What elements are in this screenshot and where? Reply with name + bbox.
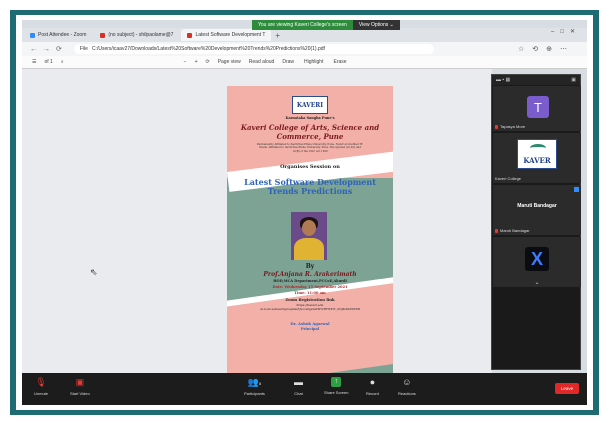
share-screen-label: Share Screen [324,390,349,395]
tab-gmail[interactable]: (no subject) - shilpaolame@7 [94,29,179,41]
participants-label: Participants [244,391,265,396]
window-controls[interactable]: –□✕ [551,28,581,35]
mic-muted-icon [495,124,498,129]
college-name: Kaveri College of Arts, Science and Comm… [240,123,380,141]
search-icon[interactable]: ⌕ [61,59,64,65]
nav-buttons[interactable]: ←→⟳ [30,45,68,53]
society-text: Karnataka Sangha Pune's [285,116,335,120]
pdf-favicon-icon [187,32,193,38]
video-tile[interactable]: X ⌄ [493,237,581,287]
reactions-icon: ☺ [402,377,412,387]
zoom-in-button[interactable]: + [195,59,198,65]
reactions-label: Reactions [398,391,416,396]
kaveri-logo: KAVER [517,139,557,169]
toc-icon[interactable]: ☰ [32,59,36,65]
zoom-toolbar: 🎙 Unmute ▣ Start Video 👥8 Participants ▬… [22,373,587,405]
tab-zoom[interactable]: Post Attendee - Zoom [24,29,92,41]
new-tab-button[interactable]: + [275,31,280,40]
speaker-dept: HOD,MCA Department,PCCoE,Akurdi [273,279,347,283]
mouse-cursor-icon: ⇖ [90,267,98,277]
video-tile[interactable]: KAVER Kaveri College [493,133,581,183]
participant-name: Tapasya More [500,124,526,129]
panel-close-icon[interactable]: ▣ [571,77,576,83]
zoom-favicon-icon [30,32,35,38]
chat-button[interactable]: ▬ Chat [294,377,303,396]
gmail-favicon-icon [100,32,106,38]
participant-panel: ▬ ▪ ▦ ▣ T Tapasya More KAVER Kaveri Coll… [491,74,581,370]
college-logo: KAVERI [292,96,328,114]
video-tile[interactable]: Maruti Bandagar Maruti Bandagar [493,185,581,235]
link-1: https://kaveri.edu [296,303,324,307]
event-date: Date: Wednesday 15 September 2021 [272,285,348,289]
more-options-icon[interactable] [574,187,579,192]
view-switch-icon[interactable]: ▬ ▪ ▦ [496,77,510,83]
page-view-button[interactable]: Page view [218,59,241,65]
participants-button[interactable]: 👥8 Participants [244,377,265,396]
file-label: File [79,46,88,52]
principal-name: Dr. Ashok Agarwal [290,321,330,326]
video-tile[interactable]: T Tapasya More [493,86,581,131]
participant-center-name: Maruti Bandagar [517,203,557,209]
chat-label: Chat [294,391,303,396]
speaker-name: Prof.Anjana R. Arakerimath [263,271,357,278]
mic-off-icon: 🎙 [35,377,47,387]
view-options-button[interactable]: View Options ⌄ [352,20,400,30]
record-button[interactable]: ● Record [366,377,379,396]
rotate-icon[interactable]: ⟳ [205,59,209,65]
read-aloud-button[interactable]: Read aloud [249,59,275,65]
zoom-out-button[interactable]: − [184,59,187,65]
session-title: Latest Software Development Trends Predi… [244,177,376,196]
chevron-down-icon[interactable]: ⌄ [493,279,581,286]
event-poster: KAVERI Karnataka Sangha Pune's Kaveri Co… [227,86,393,373]
erase-button[interactable]: Erase [333,59,346,65]
video-off-icon: ▣ [75,377,85,387]
browser-tools[interactable]: ☆⟲⊕⋯ [518,45,575,53]
principal-title: Principal [300,327,320,331]
tab-label: Post Attendee - Zoom [38,32,87,38]
tab-label: Latest Software Development T [195,32,266,38]
organises-text: Organises Session on [280,164,340,170]
chat-icon: ▬ [294,377,303,387]
participant-name: Maruti Bandagar [500,228,530,233]
page-count: of 1 [44,59,53,65]
unmute-label: Unmute [34,391,49,396]
share-banner: You are viewing Kaveri College's screen … [252,20,400,30]
photo-frame: Post Attendee - Zoom (no subject) - shil… [0,0,609,423]
start-video-button[interactable]: ▣ Start Video [70,377,90,396]
record-label: Record [366,391,379,396]
affiliation-text: Permanently Affiliated to Savitribai Phu… [257,143,363,153]
reactions-button[interactable]: ☺ Reactions [398,377,416,396]
draw-button[interactable]: Draw [282,59,294,65]
avatar: T [527,96,549,118]
link-2: us.zoom.us/meeting/register/tJwoce0pjzws… [260,308,360,311]
participant-name: Kaveri College [495,176,522,181]
share-screen-icon: ↑ [331,377,342,387]
panel-header: ▬ ▪ ▦ ▣ [492,75,580,85]
zoom-screen: Post Attendee - Zoom (no subject) - shil… [22,20,587,405]
highlight-button[interactable]: Highlight [304,59,323,65]
event-time: Time: 11:00 am [294,291,326,295]
viewing-label: You are viewing Kaveri College's screen [252,20,353,30]
tab-pdf[interactable]: Latest Software Development T [181,29,272,41]
start-video-label: Start Video [70,391,90,396]
tab-label: (no subject) - shilpaolame@7 [108,32,174,38]
record-icon: ● [369,377,376,387]
url-field[interactable]: File C:/Users/icaav27/Downloads/Latest%2… [73,44,434,54]
share-screen-button[interactable]: ↑ Share Screen [324,377,348,395]
by-text: By [305,263,315,270]
pdf-toolbar: ☰ of 1 ⌕ − + ⟳ Page view Read aloud Draw… [22,56,587,69]
browser-tab-bar: Post Attendee - Zoom (no subject) - shil… [22,28,587,42]
unmute-button[interactable]: 🎙 Unmute [34,377,48,396]
url-text: C:/Users/icaav27/Downloads/Latest%20Soft… [91,46,325,52]
participants-icon: 👥8 [247,377,262,387]
x-logo-icon: X [525,247,549,271]
leave-button[interactable]: Leave [555,383,579,394]
mic-muted-icon [495,228,498,233]
zoom-link-label: Zoom Registration link [285,297,335,302]
speaker-photo [291,212,327,260]
address-bar: ←→⟳ File C:/Users/icaav27/Downloads/Late… [22,42,587,56]
